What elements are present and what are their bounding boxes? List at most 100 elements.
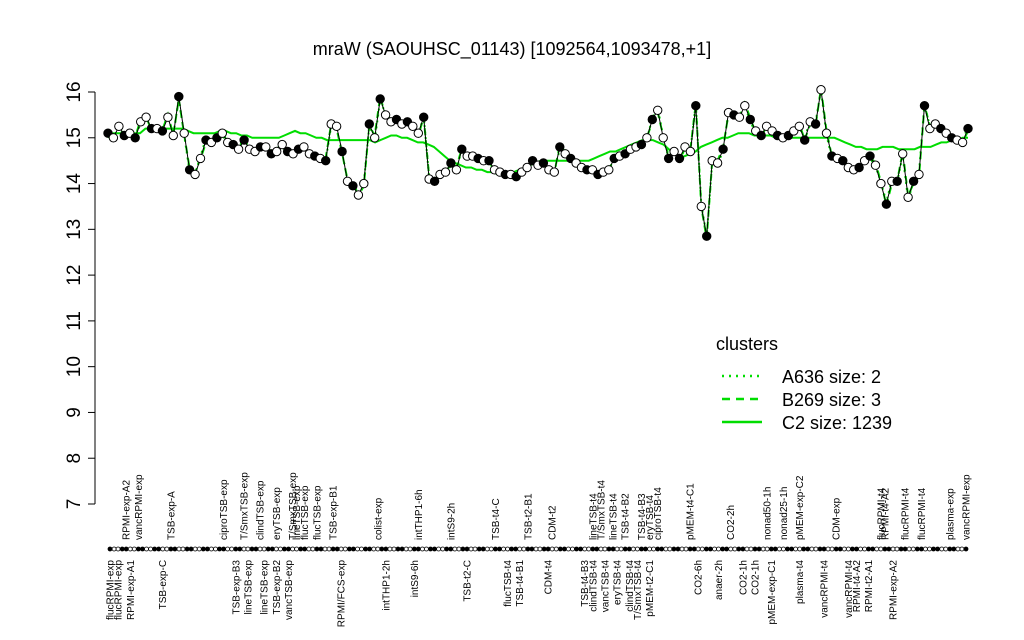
rug-mark	[720, 546, 725, 552]
rug-mark	[168, 546, 174, 552]
rug-mark	[732, 546, 738, 552]
rug-mark	[221, 546, 227, 552]
rug-mark	[833, 546, 839, 552]
rug-mark	[350, 546, 356, 552]
rug-mark	[346, 546, 352, 552]
rug-mark	[659, 546, 665, 552]
rug-mark	[614, 546, 620, 552]
y-axis: 7 8 9 10 11 12 13 14 15 16	[64, 81, 96, 509]
x-tick-label-lower: T/SmxTSB-t4	[633, 560, 644, 620]
rug-mark	[553, 546, 559, 552]
rug-mark	[497, 546, 502, 552]
rug-mark	[914, 546, 920, 552]
rug-mark	[501, 546, 506, 552]
rug-mark	[131, 546, 137, 552]
rug-mark	[261, 546, 267, 552]
rug-mark	[789, 546, 794, 552]
rug-mark	[375, 546, 381, 552]
data-point	[642, 133, 652, 143]
rug-mark	[302, 546, 308, 552]
rug-mark	[919, 546, 924, 552]
rug-mark	[513, 546, 519, 552]
data-point	[370, 133, 380, 143]
x-tick-label-upper: nonad50-1h	[763, 487, 774, 540]
x-tick-label-upper: lineTSB-t4	[609, 493, 620, 540]
rug-mark	[488, 546, 494, 552]
x-tick-label-upper: ciproTSB-t4	[653, 487, 664, 540]
rug-mark	[330, 546, 336, 552]
rug-mark	[476, 546, 482, 552]
rug-mark	[695, 546, 701, 552]
rug-mark	[854, 546, 859, 552]
data-point	[794, 121, 804, 132]
rug-mark	[797, 546, 803, 552]
rug-mark	[119, 546, 125, 552]
rug-mark	[403, 546, 409, 552]
rug-mark	[436, 546, 442, 552]
rug-mark	[963, 546, 969, 552]
rug-mark	[874, 546, 880, 552]
rug-mark	[115, 546, 121, 552]
rug-mark	[525, 546, 531, 552]
data-point	[696, 201, 706, 212]
rug-mark	[111, 546, 117, 552]
data-point	[663, 153, 674, 164]
x-tick-label-lower: flucTSB-t4	[503, 560, 514, 607]
rug-mark	[870, 546, 876, 552]
rug-mark	[708, 546, 713, 552]
y-tick-label: 13	[64, 219, 85, 240]
rug-mark	[951, 546, 957, 552]
y-tick-label: 16	[64, 81, 85, 102]
rug-mark	[208, 546, 214, 552]
x-tick-label-lower: intTHP1-2h	[381, 560, 392, 611]
y-tick-label: 9	[64, 407, 85, 418]
rug-mark	[456, 546, 462, 552]
expression-points	[103, 85, 973, 241]
x-tick-label-lower: pMEM-exp-C1	[767, 560, 778, 625]
rug-mark	[752, 546, 758, 552]
rug-mark	[578, 546, 583, 552]
rug-mark	[432, 546, 437, 552]
x-tick-label-upper: TSB-t4-C	[491, 498, 502, 540]
x-tick-label-upper: vancRPMI-exp	[134, 474, 145, 540]
rug-mark	[529, 546, 535, 552]
rug-mark	[428, 546, 433, 552]
rug-mark	[160, 546, 166, 552]
data-point	[108, 133, 119, 143]
rug-mark	[675, 546, 681, 552]
rug-mark	[541, 546, 547, 552]
rug-mark	[882, 546, 888, 552]
rug-mark	[655, 546, 661, 552]
rug-mark	[801, 546, 807, 552]
rug-mark	[910, 546, 916, 552]
data-point	[233, 144, 244, 154]
rug-mark	[419, 546, 425, 552]
rug-mark	[813, 546, 819, 552]
rug-mark	[391, 546, 397, 552]
rug-mark	[334, 546, 340, 552]
rug-mark	[837, 546, 843, 552]
rug-mark	[184, 546, 190, 552]
data-point	[702, 231, 712, 241]
rug-mark	[886, 546, 892, 552]
rug-mark	[777, 546, 782, 552]
x-tick-label-upper: RPMI-exp-A2	[122, 480, 133, 540]
rug-mark	[229, 546, 235, 552]
data-point	[174, 91, 184, 102]
x-tick-label-lower: CDM-t4	[544, 560, 555, 595]
data-point	[734, 112, 745, 122]
rug-mark	[294, 546, 300, 552]
data-point	[892, 176, 902, 187]
data-point	[898, 149, 908, 159]
rug-mark	[574, 546, 579, 552]
legend: clusters A636 size: 2 B269 size: 3 C2 size…	[716, 334, 892, 433]
rug-mark	[785, 546, 790, 552]
rug-mark	[233, 546, 239, 552]
x-tick-label-upper: TSB-t2-B1	[523, 493, 534, 540]
rug-mark	[464, 546, 470, 552]
rug-mark	[164, 546, 170, 552]
rug-mark	[626, 546, 632, 552]
data-point	[419, 112, 429, 122]
rug-mark	[590, 546, 596, 552]
rug-mark	[618, 546, 624, 552]
